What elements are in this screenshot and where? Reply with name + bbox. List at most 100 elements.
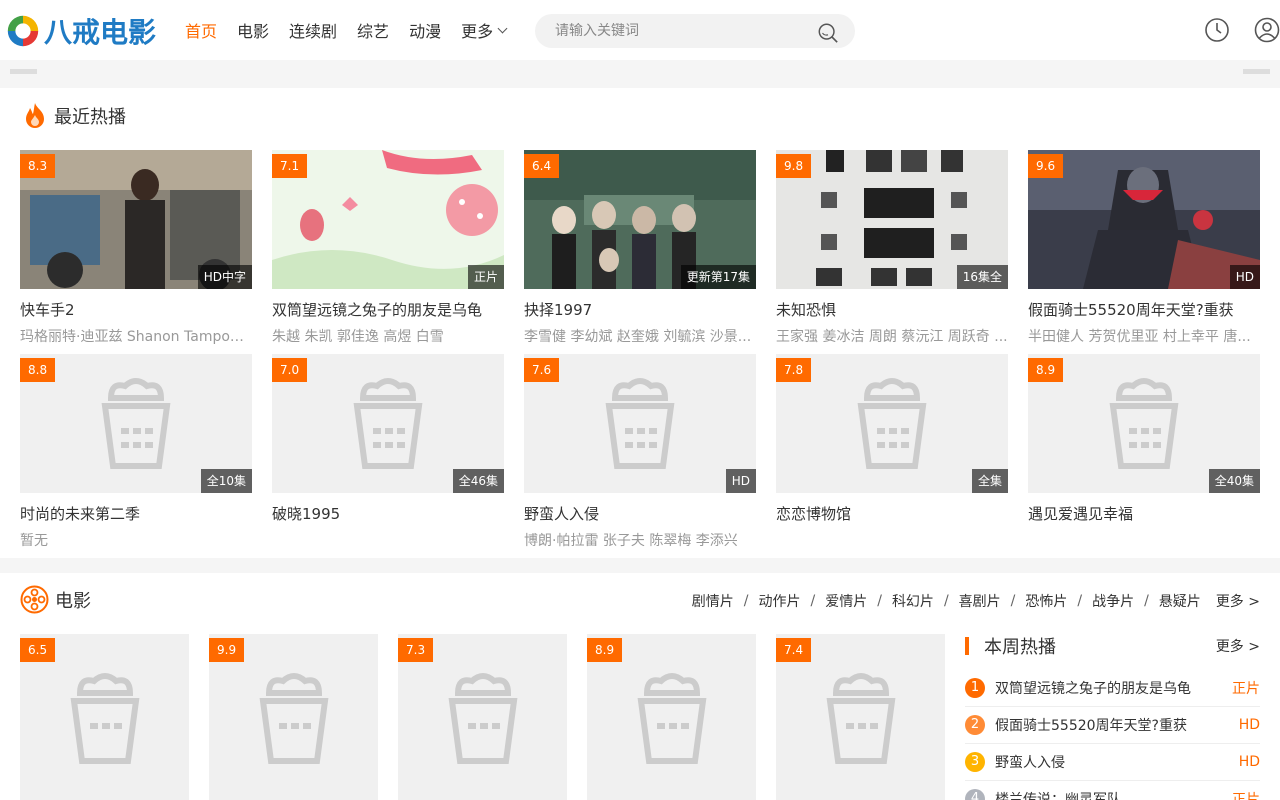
rank-item[interactable]: 2 假面骑士55520周年天堂?重获 HD (965, 707, 1260, 744)
separator: / (1010, 593, 1016, 609)
rank-item[interactable]: 1 双筒望远镜之兔子的朋友是乌龟 正片 (965, 670, 1260, 707)
video-title[interactable]: 恋恋博物馆 (776, 503, 1008, 524)
fire-icon (26, 103, 44, 128)
popcorn-placeholder-icon (448, 673, 517, 764)
status-badge: 正片 (467, 265, 504, 289)
site-logo[interactable]: 八戒电影 (4, 12, 156, 50)
poster[interactable]: 7.1 正片 (272, 150, 504, 289)
score-badge: 8.3 (20, 154, 56, 178)
poster[interactable]: 7.6 HD (524, 354, 756, 493)
nav-home[interactable]: 首页 (185, 18, 217, 42)
rank-item[interactable]: 3 野蛮人入侵 HD (965, 744, 1260, 781)
more-link[interactable]: 更多 > (1216, 591, 1260, 611)
accent-bar (965, 637, 969, 655)
top-header: 八戒电影 首页 电影 连续剧 综艺 动漫 更多 (0, 0, 1280, 60)
popcorn-placeholder-icon (637, 673, 706, 764)
section-title: 最近热播 (54, 107, 126, 128)
poster[interactable]: 7.4 (776, 634, 945, 800)
video-card[interactable]: 7.0 全46集 破晓1995 (272, 354, 504, 530)
category-link[interactable]: 科幻片 (892, 591, 934, 611)
video-card[interactable]: 9.6 HD 假面骑士55520周年天堂?重获 半田健人 芳贺优里亚 村上幸平 … (1028, 150, 1260, 346)
poster[interactable]: 9.6 HD (1028, 150, 1260, 289)
logo-text: 八戒电影 (44, 16, 157, 49)
rank-tag: 正片 (1232, 792, 1260, 800)
score-badge: 7.3 (398, 638, 434, 662)
poster[interactable]: 9.9 (209, 634, 378, 800)
main-nav: 首页 电影 连续剧 综艺 动漫 更多 (185, 0, 526, 60)
video-cast: 李雪健 李幼斌 赵奎娥 刘毓滨 沙景... (524, 329, 752, 345)
film-reel-icon (20, 585, 49, 614)
video-card[interactable]: 7.8 全集 恋恋博物馆 (776, 354, 1008, 530)
scroll-indicator-right (1243, 69, 1270, 74)
nav-anime[interactable]: 动漫 (409, 18, 441, 42)
nav-movie[interactable]: 电影 (237, 18, 269, 42)
nav-more[interactable]: 更多 (461, 18, 508, 42)
status-badge: 全46集 (452, 469, 504, 493)
video-card[interactable]: 7.1 正片 双筒望远镜之兔子的朋友是乌龟 朱越 朱凯 郭佳逸 高煜 白雪 (272, 150, 504, 346)
category-link[interactable]: 恐怖片 (1025, 591, 1067, 611)
popcorn-placeholder-icon (605, 377, 675, 469)
category-link[interactable]: 悬疑片 (1159, 591, 1201, 611)
category-link[interactable]: 剧情片 (692, 591, 734, 611)
history-icon[interactable] (1204, 17, 1230, 43)
poster[interactable]: 7.8 全集 (776, 354, 1008, 493)
video-card[interactable]: 8.3 HD中字 快车手2 玛格丽特·迪亚兹 Shanon Tampon ... (20, 150, 252, 346)
video-title[interactable]: 遇见爱遇见幸福 (1028, 503, 1260, 524)
scroll-indicator-left (10, 69, 37, 74)
poster[interactable]: 8.3 HD中字 (20, 150, 252, 289)
video-card[interactable]: 8.9 全40集 遇见爱遇见幸福 (1028, 354, 1260, 530)
rank-title[interactable]: 楼兰传说：幽灵军队 (995, 789, 1232, 800)
poster[interactable]: 7.0 全46集 (272, 354, 504, 493)
poster[interactable]: 8.9 全40集 (1028, 354, 1260, 493)
separator: / (1144, 593, 1149, 609)
category-link[interactable]: 爱情片 (825, 591, 867, 611)
poster[interactable]: 6.4 更新第17集 (524, 150, 756, 289)
status-badge: 16集全 (956, 265, 1008, 289)
movie-card[interactable]: 7.3 (398, 634, 567, 800)
weekly-more-link[interactable]: 更多 > (1216, 636, 1260, 656)
movie-card[interactable]: 8.9 (587, 634, 756, 800)
score-badge: 7.1 (272, 154, 308, 178)
poster[interactable]: 8.9 (587, 634, 756, 800)
video-card[interactable]: 9.8 16集全 未知恐惧 王家强 姜冰洁 周朗 蔡沅江 周跃奇 ... (776, 150, 1008, 346)
video-title[interactable]: 破晓1995 (272, 503, 504, 524)
video-title[interactable]: 假面骑士55520周年天堂?重获 (1028, 299, 1260, 320)
score-badge: 7.8 (776, 358, 812, 382)
nav-variety[interactable]: 综艺 (357, 18, 389, 42)
video-card[interactable]: 6.4 更新第17集 抉择1997 李雪健 李幼斌 赵奎娥 刘毓滨 沙景... (524, 150, 756, 346)
rank-tag: 正片 (1232, 681, 1260, 697)
video-card[interactable]: 7.6 HD 野蛮人入侵 博朗·帕拉雷 张子夫 陈翠梅 李添兴 (524, 354, 756, 550)
rank-title[interactable]: 假面骑士55520周年天堂?重获 (995, 715, 1239, 735)
rank-item[interactable]: 4 楼兰传说：幽灵军队 正片 (965, 781, 1260, 800)
rank-title[interactable]: 野蛮人入侵 (995, 752, 1239, 772)
category-link[interactable]: 喜剧片 (959, 591, 1001, 611)
search-input[interactable] (535, 23, 805, 39)
video-card[interactable]: 8.8 全10集 时尚的未来第二季 暂无 (20, 354, 252, 550)
popcorn-placeholder-icon (826, 673, 895, 764)
status-badge: 全集 (971, 469, 1008, 493)
separator: / (743, 593, 749, 609)
chevron-down-icon (497, 23, 508, 33)
poster[interactable]: 8.8 全10集 (20, 354, 252, 493)
nav-series[interactable]: 连续剧 (289, 18, 337, 42)
movie-card[interactable]: 7.4 (776, 634, 945, 800)
video-title[interactable]: 野蛮人入侵 (524, 503, 756, 524)
poster[interactable]: 7.3 (398, 634, 567, 800)
movie-card[interactable]: 9.9 (209, 634, 378, 800)
category-link[interactable]: 战争片 (1092, 591, 1134, 611)
video-title[interactable]: 双筒望远镜之兔子的朋友是乌龟 (272, 299, 504, 320)
video-title[interactable]: 抉择1997 (524, 299, 756, 320)
search-icon[interactable] (817, 22, 839, 44)
user-icon[interactable] (1254, 17, 1280, 43)
poster[interactable]: 9.8 16集全 (776, 150, 1008, 289)
video-title[interactable]: 快车手2 (20, 299, 252, 320)
poster[interactable]: 6.5 (20, 634, 189, 800)
movie-card[interactable]: 6.5 (20, 634, 189, 800)
category-link[interactable]: 动作片 (759, 591, 801, 611)
category-links: 剧情片 / 动作片 / 爱情片 / 科幻片 / 喜剧片 / 恐怖片 / 战争片 / 悬疑片 更… (692, 591, 1260, 611)
video-cast: 玛格丽特·迪亚兹 Shanon Tampon ... (20, 329, 252, 345)
rank-title[interactable]: 双筒望远镜之兔子的朋友是乌龟 (995, 678, 1232, 698)
video-title[interactable]: 未知恐惧 (776, 299, 1008, 320)
video-title[interactable]: 时尚的未来第二季 (20, 503, 252, 524)
popcorn-placeholder-icon (259, 673, 328, 764)
